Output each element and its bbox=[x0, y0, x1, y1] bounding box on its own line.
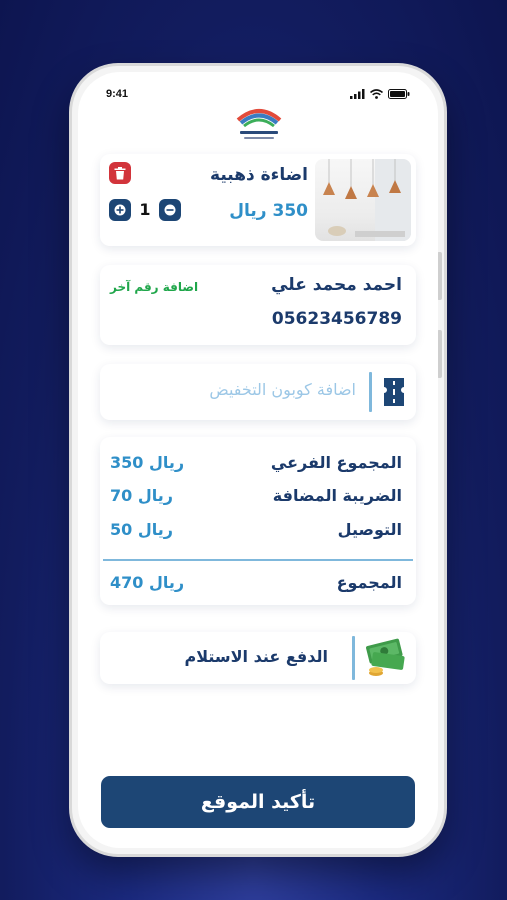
payment-method-label: الدفع عند الاستلام bbox=[184, 647, 328, 666]
confirm-location-button[interactable]: تأكيد الموقع bbox=[101, 776, 415, 828]
decrease-quantity-button[interactable] bbox=[159, 199, 181, 221]
product-image bbox=[315, 159, 411, 241]
battery-icon bbox=[388, 89, 410, 99]
tax-row: 70 ريال الضريبة المضافة bbox=[110, 486, 402, 505]
delivery-value: 50 ريال bbox=[110, 520, 173, 539]
plus-icon bbox=[114, 204, 126, 216]
coupon-divider bbox=[369, 372, 372, 412]
tax-label: الضريبة المضافة bbox=[272, 486, 402, 505]
subtotal-label: المجموع الفرعي bbox=[270, 453, 402, 472]
increase-quantity-button[interactable] bbox=[109, 199, 131, 221]
status-time: 9:41 bbox=[106, 88, 129, 100]
app-screen: 9:41 اضاءة ذهبية 350 ريال 1 احمد محمد عل… bbox=[78, 72, 438, 848]
cart-item-card: اضاءة ذهبية 350 ريال 1 bbox=[100, 154, 416, 246]
wifi-icon bbox=[370, 89, 383, 99]
summary-divider bbox=[103, 559, 413, 561]
contact-name: احمد محمد علي bbox=[271, 275, 402, 295]
delivery-row: 50 ريال التوصيل bbox=[110, 520, 402, 539]
tax-value: 70 ريال bbox=[110, 486, 173, 505]
trash-icon bbox=[114, 166, 126, 179]
app-logo bbox=[236, 109, 282, 139]
cash-money-icon bbox=[366, 638, 405, 676]
total-row: 470 ريال المجموع bbox=[110, 573, 402, 592]
payment-method-card[interactable]: الدفع عند الاستلام bbox=[100, 632, 416, 684]
total-label: المجموع bbox=[336, 573, 402, 592]
contact-phone: 05623456789 bbox=[271, 309, 402, 329]
total-value: 470 ريال bbox=[110, 573, 185, 592]
coupon-input[interactable]: اضافة كوبون التخفيض bbox=[209, 380, 356, 399]
order-summary-card: 350 ريال المجموع الفرعي 70 ريال الضريبة … bbox=[100, 437, 416, 605]
delivery-label: التوصيل bbox=[337, 520, 402, 539]
subtotal-value: 350 ريال bbox=[110, 453, 185, 472]
quantity-value: 1 bbox=[139, 200, 151, 219]
minus-icon bbox=[164, 204, 176, 216]
status-icons bbox=[350, 89, 410, 99]
payment-divider bbox=[352, 636, 355, 680]
add-number-link[interactable]: اضافة رقم آخر bbox=[110, 280, 198, 294]
coupon-ticket-icon bbox=[382, 378, 406, 406]
pendant-lamps-image bbox=[323, 159, 411, 241]
signal-icon bbox=[350, 89, 365, 99]
product-price: 350 ريال bbox=[229, 201, 308, 221]
coupon-card[interactable]: اضافة كوبون التخفيض bbox=[100, 364, 416, 420]
delete-button[interactable] bbox=[109, 162, 131, 184]
contact-card: احمد محمد علي اضافة رقم آخر 05623456789 bbox=[100, 265, 416, 345]
product-name: اضاءة ذهبية bbox=[210, 165, 308, 185]
subtotal-row: 350 ريال المجموع الفرعي bbox=[110, 453, 402, 472]
